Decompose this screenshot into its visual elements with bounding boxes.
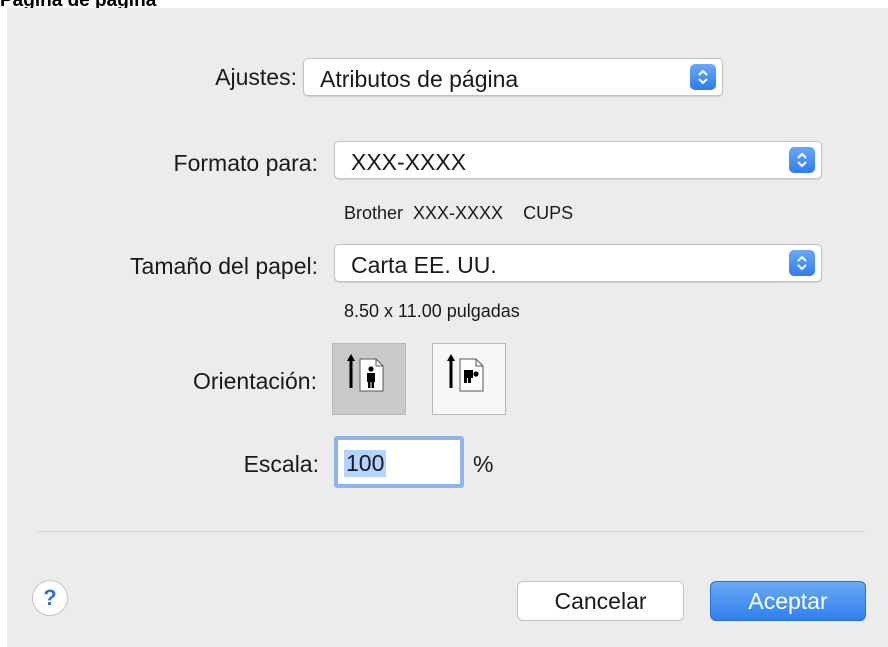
cancel-button[interactable]: Cancelar bbox=[517, 581, 684, 621]
paper-size-info: 8.50 x 11.00 pulgadas bbox=[344, 301, 520, 321]
separator bbox=[37, 531, 865, 532]
page-setup-dialog: Ajustes: Atributos de página Formato par… bbox=[7, 8, 888, 647]
paper-size-label: Tamaño del papel: bbox=[130, 253, 318, 279]
format-for-popup[interactable]: XXX-XXXX bbox=[334, 141, 822, 179]
settings-popup-value: Atributos de página bbox=[320, 66, 519, 92]
format-for-label: Formato para: bbox=[173, 150, 318, 176]
portrait-orientation-icon bbox=[347, 354, 384, 392]
orientation-label: Orientación: bbox=[192, 368, 317, 394]
scale-label: Escala: bbox=[243, 451, 319, 477]
chevron-updown-icon bbox=[690, 64, 716, 90]
chevron-updown-icon bbox=[789, 147, 815, 173]
settings-popup[interactable]: Atributos de página bbox=[303, 58, 723, 96]
landscape-orientation-icon bbox=[447, 354, 484, 392]
landscape-orientation-button[interactable] bbox=[432, 343, 506, 415]
help-button[interactable]: ? bbox=[32, 580, 68, 616]
percent-label: % bbox=[473, 451, 494, 477]
ok-button[interactable]: Aceptar bbox=[710, 581, 866, 621]
paper-size-popup[interactable]: Carta EE. UU. bbox=[334, 244, 822, 282]
settings-label: Ajustes: bbox=[215, 64, 297, 90]
paper-size-popup-value: Carta EE. UU. bbox=[351, 252, 497, 278]
portrait-orientation-button[interactable] bbox=[332, 343, 406, 415]
scale-input-value: 100 bbox=[344, 450, 387, 477]
printer-info: Brother XXX-XXXX CUPS bbox=[344, 203, 574, 223]
format-for-popup-value: XXX-XXXX bbox=[351, 149, 467, 175]
chevron-updown-icon bbox=[789, 250, 815, 276]
scale-input[interactable]: 100 bbox=[334, 436, 464, 488]
